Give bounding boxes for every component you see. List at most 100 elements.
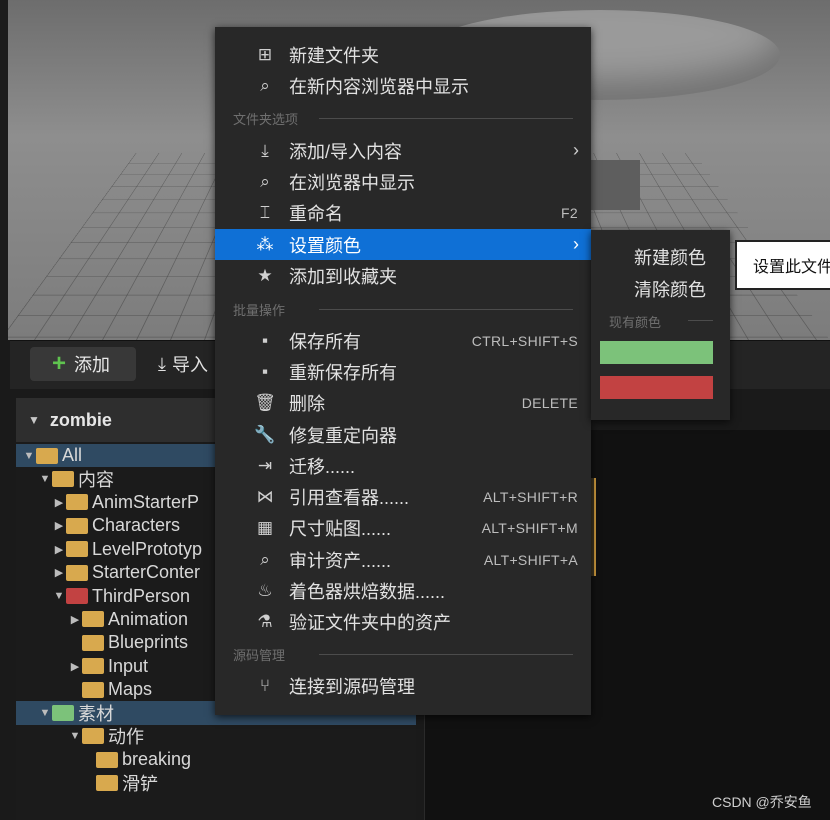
menu-item[interactable]: ★ 添加到收藏夹 (215, 260, 591, 291)
menu-item-label: 重命名 (289, 203, 343, 224)
tree-item-label: Maps (108, 679, 153, 700)
menu-item[interactable]: ⚗ 验证文件夹中的资产 (215, 606, 591, 637)
viewport-left-edge (0, 0, 8, 340)
menu-item[interactable]: ⌕ 审计资产...... ALT+SHIFT+A (215, 544, 591, 575)
shortcut-label: CTRL+SHIFT+S (471, 332, 578, 349)
menu-item-label: 迁移...... (289, 456, 356, 477)
menu-item[interactable]: ⇥ 迁移...... (215, 450, 591, 481)
reference-viewer-icon: ⋈ (256, 486, 274, 506)
menu-section-heading: 文件夹选项 (233, 112, 299, 127)
menu-item-label: 在浏览器中显示 (289, 172, 415, 193)
new-color-item[interactable]: 新建颜色 (634, 244, 706, 270)
menu-item-label: 修复重定向器 (289, 425, 397, 446)
expanded-arrow-icon[interactable]: ▼ (22, 450, 36, 462)
folder-icon (82, 681, 104, 698)
folder-icon (82, 634, 104, 651)
menu-item-label: 新建文件夹 (289, 45, 379, 66)
tree-item-label: Blueprints (108, 632, 189, 653)
watermark: CSDN @乔安鱼 (712, 794, 812, 810)
menu-item[interactable]: ⌕ 在新内容浏览器中显示 (215, 70, 591, 101)
menu-item[interactable]: ▪ 重新保存所有 (215, 356, 591, 387)
color-swatch-green[interactable] (600, 341, 713, 364)
menu-item[interactable]: ⁂ 设置颜色 › (215, 229, 591, 260)
menu-item-label: 添加/导入内容 (289, 141, 403, 162)
menu-item-label: 验证文件夹中的资产 (289, 612, 451, 633)
folder-icon (96, 751, 118, 768)
menu-item-label: 在新内容浏览器中显示 (289, 76, 469, 97)
menu-item[interactable]: ⌕ 在浏览器中显示 (215, 166, 591, 197)
chevron-right-icon: › (573, 140, 579, 160)
color-swatch-red[interactable] (600, 376, 713, 399)
tree-item-label: 动作 (108, 727, 144, 748)
tree-item-label: Animation (108, 608, 189, 629)
set-color-icon: ⁂ (256, 234, 274, 254)
viewport-block-mesh (590, 160, 640, 210)
tree-item-label: 滑铲 (122, 774, 158, 795)
set-color-submenu: 新建颜色 清除颜色 现有颜色 (591, 230, 730, 420)
expanded-arrow-icon[interactable]: ▼ (38, 473, 52, 485)
expanded-arrow-icon[interactable]: ▼ (68, 730, 82, 742)
tree-item[interactable]: ▼ 动作 (16, 725, 416, 748)
menu-item[interactable]: 🔧 修复重定向器 (215, 419, 591, 450)
folder-icon (52, 704, 74, 721)
menu-item[interactable]: 🗑 删除 DELETE (215, 387, 591, 418)
folder-icon (66, 494, 88, 511)
shortcut-label: ALT+SHIFT+A (483, 551, 578, 568)
folder-icon (52, 471, 74, 488)
menu-item-label: 保存所有 (289, 331, 361, 352)
flask-icon: ⚗ (257, 611, 273, 631)
expanded-arrow-icon[interactable]: ▼ (52, 590, 66, 602)
collapsed-arrow-icon[interactable]: ▶ (52, 519, 66, 532)
menu-item[interactable]: ⌶ 重命名 F2 (215, 197, 591, 228)
section-divider (688, 320, 713, 321)
migrate-icon: ⇥ (257, 455, 273, 475)
audit-icon: ⌕ (260, 549, 270, 569)
tree-item-label: ThirdPerson (92, 585, 191, 606)
folder-icon (66, 588, 88, 605)
shader-bake-icon: ♨ (257, 580, 273, 600)
menu-item-label: 审计资产...... (289, 550, 392, 571)
add-button[interactable]: + 添加 (30, 347, 136, 381)
menu-section-heading: 源码管理 (233, 648, 286, 663)
menu-item[interactable]: ⑂ 连接到源码管理 (215, 670, 591, 701)
collapsed-arrow-icon[interactable]: ▶ (52, 543, 66, 556)
folder-icon (66, 517, 88, 534)
existing-colors-heading: 现有颜色 (609, 315, 662, 330)
menu-item[interactable]: ▪ 保存所有 CTRL+SHIFT+S (215, 325, 591, 356)
menu-item-label: 删除 (289, 393, 325, 414)
tree-item-label: 内容 (78, 470, 114, 491)
menu-section-heading: 批量操作 (233, 303, 286, 318)
tree-item-label: LevelPrototyp (92, 538, 203, 559)
tree-item-label: 素材 (78, 704, 114, 724)
import-button[interactable]: ⤓ 导入 (158, 347, 208, 381)
menu-item[interactable]: ♨ 着色器烘焙数据...... (215, 575, 591, 606)
menu-item-label: 引用查看器...... (289, 487, 410, 508)
collapsed-arrow-icon[interactable]: ▶ (52, 566, 66, 579)
menu-item[interactable]: ▦ 尺寸贴图...... ALT+SHIFT+M (215, 512, 591, 543)
clear-color-item[interactable]: 清除颜色 (634, 276, 706, 302)
context-menu: ⊞ 新建文件夹 ⌕ 在新内容浏览器中显示 ⤓ 添加/导入内容 › ⌕ 在浏览器中显示 ⌶ 重命名 F2… (215, 27, 591, 715)
tree-item-label: StarterConter (92, 562, 201, 583)
show-in-browser-icon: ⌕ (260, 171, 270, 191)
section-divider (319, 118, 573, 119)
collapsed-arrow-icon[interactable]: ▶ (68, 660, 82, 673)
menu-item[interactable]: ⋈ 引用查看器...... ALT+SHIFT+R (215, 481, 591, 512)
folder-icon (96, 775, 118, 792)
collapsed-arrow-icon[interactable]: ▶ (52, 496, 66, 509)
collapse-arrow-icon[interactable]: ▼ (28, 413, 40, 427)
expanded-arrow-icon[interactable]: ▼ (38, 707, 52, 719)
tree-item-label: Input (108, 655, 149, 676)
chevron-right-icon: › (573, 234, 579, 254)
save-icon: ▪ (261, 330, 269, 350)
menu-item[interactable]: ⤓ 添加/导入内容 › (215, 135, 591, 166)
tree-item[interactable]: breaking (16, 748, 416, 771)
collapsed-arrow-icon[interactable]: ▶ (68, 613, 82, 626)
folder-icon (82, 658, 104, 675)
tooltip-text: 设置此文件 (753, 259, 830, 276)
tree-item[interactable]: 滑铲 (16, 771, 416, 794)
shortcut-label: ALT+SHIFT+R (483, 488, 578, 505)
plus-icon: + (52, 350, 67, 377)
menu-item-label: 尺寸贴图...... (289, 518, 392, 539)
folder-icon (36, 447, 58, 464)
menu-item[interactable]: ⊞ 新建文件夹 (215, 39, 591, 70)
